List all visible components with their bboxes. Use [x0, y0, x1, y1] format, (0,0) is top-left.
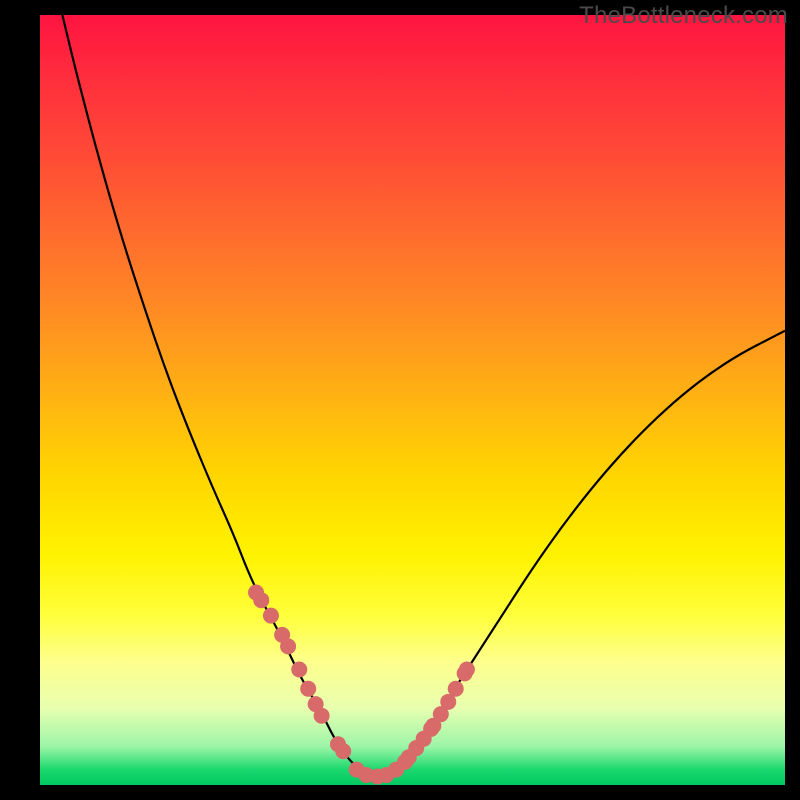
chart-plot-area	[40, 15, 785, 785]
bottleneck-curve	[62, 15, 785, 776]
highlight-dot	[300, 681, 316, 697]
highlight-dot	[253, 592, 269, 608]
highlight-dot	[280, 638, 296, 654]
outer-frame: TheBottleneck.com	[0, 0, 800, 800]
highlight-dots	[248, 585, 475, 785]
chart-svg	[40, 15, 785, 785]
highlight-dot	[263, 608, 279, 624]
highlight-dot	[335, 743, 351, 759]
highlight-dot	[459, 662, 475, 678]
highlight-dot	[314, 708, 330, 724]
highlight-dot	[291, 662, 307, 678]
watermark-text: TheBottleneck.com	[579, 2, 788, 30]
highlight-dot	[448, 681, 464, 697]
